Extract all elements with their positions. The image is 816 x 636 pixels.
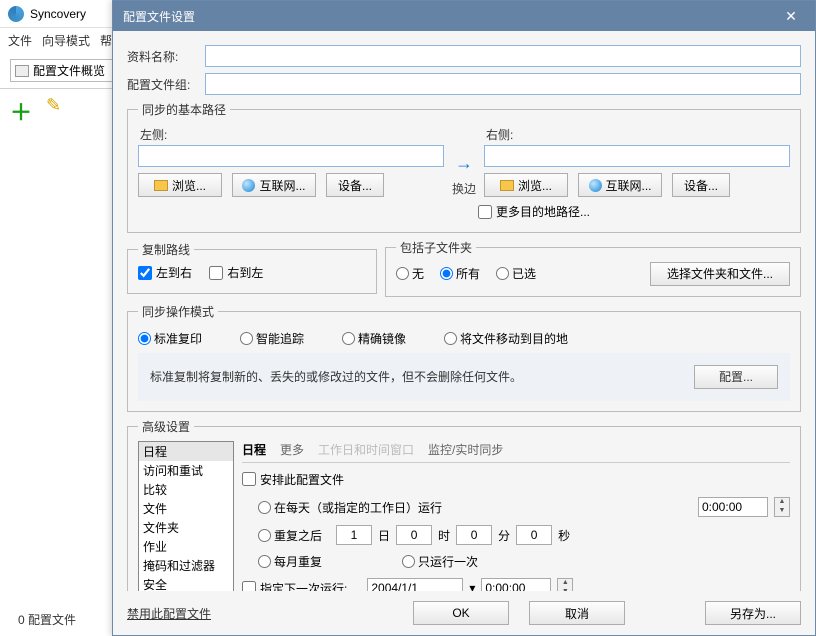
list-item[interactable]: 日程 [139,442,233,461]
list-item[interactable]: 文件夹 [139,518,233,537]
ltr-checkbox[interactable]: 左到右 [138,264,192,281]
next-run-time-input[interactable] [481,578,551,591]
mode-move-radio[interactable]: 将文件移动到目的地 [444,330,568,347]
close-icon[interactable]: ✕ [777,8,805,25]
select-folders-button[interactable]: 选择文件夹和文件... [650,262,790,286]
list-item[interactable]: 文件 [139,499,233,518]
sync-mode-group: 同步操作模式 标准复印 智能追踪 精确镜像 将文件移动到目的地 标准复制将复制新… [127,303,801,412]
folder-icon [154,180,168,191]
profile-group-label: 配置文件组: [127,76,197,93]
left-internet-button[interactable]: 互联网... [232,173,316,197]
left-device-button[interactable]: 设备... [326,173,384,197]
ok-button[interactable]: OK [413,601,509,625]
menu-help[interactable]: 帮 [100,32,112,49]
subfolders-selected-radio[interactable]: 已选 [496,265,536,282]
repeat-after-radio[interactable]: 重复之后 [258,527,322,544]
right-path-input[interactable] [484,145,790,167]
right-path-label: 右侧: [486,126,790,143]
paths-group: 同步的基本路径 左侧: 浏览... 互联网... 设备... → 换边 右侧: [127,101,801,233]
list-item[interactable]: 掩码和过滤器 [139,556,233,575]
time-spinner[interactable]: ▲▼ [557,578,573,591]
globe-icon [242,179,255,192]
mode-standard-radio[interactable]: 标准复印 [138,330,202,347]
tab-schedule[interactable]: 日程 [242,441,266,458]
repeat-days-input[interactable] [336,525,372,545]
paths-legend: 同步的基本路径 [138,101,230,118]
left-path-label: 左侧: [140,126,444,143]
menu-wizard[interactable]: 向导模式 [42,32,90,49]
subfolders-legend: 包括子文件夹 [396,239,476,256]
repeat-secs-input[interactable] [516,525,552,545]
tab-overview-label: 配置文件概览 [33,62,105,79]
cancel-button[interactable]: 取消 [529,601,625,625]
advanced-legend: 高级设置 [138,418,194,435]
schedule-profile-checkbox[interactable]: 安排此配置文件 [242,471,344,488]
mode-mirror-radio[interactable]: 精确镜像 [342,330,406,347]
dialog-titlebar: 配置文件设置 ✕ [113,1,815,31]
globe-icon [589,179,602,192]
disable-profile-link[interactable]: 禁用此配置文件 [127,605,211,622]
daily-radio[interactable]: 在每天（或指定的工作日）运行 [258,499,442,516]
subfolders-none-radio[interactable]: 无 [396,265,424,282]
advanced-group: 高级设置 日程 访问和重试 比较 文件 文件夹 作业 掩码和过滤器 安全 特别的… [127,418,801,592]
app-title: Syncovery [30,7,86,21]
add-profile-icon[interactable]: ＋ [10,95,32,127]
run-once-radio[interactable]: 只运行一次 [402,553,478,570]
dialog-footer: 禁用此配置文件 OK 取消 另存为... [113,591,815,635]
list-item[interactable]: 比较 [139,480,233,499]
advanced-subtabs: 日程 更多 工作日和时间窗口 监控/实时同步 [242,441,790,463]
menu-file[interactable]: 文件 [8,32,32,49]
overview-icon [15,65,29,77]
copy-legend: 复制路线 [138,241,194,258]
list-item[interactable]: 作业 [139,537,233,556]
monthly-radio[interactable]: 每月重复 [258,553,322,570]
rtl-checkbox[interactable]: 右到左 [209,264,263,281]
switch-sides-label[interactable]: 换边 [452,180,476,197]
profile-name-input[interactable] [205,45,801,67]
right-device-button[interactable]: 设备... [672,173,730,197]
mode-smart-radio[interactable]: 智能追踪 [240,330,304,347]
edit-profile-icon[interactable]: ✎ [46,95,61,127]
more-destinations-checkbox[interactable]: 更多目的地路径... [478,203,590,220]
daily-time-input[interactable] [698,497,768,517]
tab-more[interactable]: 更多 [280,441,304,458]
right-browse-button[interactable]: 浏览... [484,173,568,197]
repeat-hours-input[interactable] [396,525,432,545]
right-internet-button[interactable]: 互联网... [578,173,662,197]
profile-settings-dialog: 配置文件设置 ✕ 资料名称: 配置文件组: 同步的基本路径 左侧: 浏览... … [112,0,816,636]
tab-profile-overview[interactable]: 配置文件概览 [10,59,114,82]
status-profile-count: 0 配置文件 [18,611,76,628]
folder-icon [500,180,514,191]
chevron-down-icon[interactable]: ▾ [469,581,475,591]
left-browse-button[interactable]: 浏览... [138,173,222,197]
time-spinner[interactable]: ▲▼ [774,497,790,517]
advanced-category-list[interactable]: 日程 访问和重试 比较 文件 文件夹 作业 掩码和过滤器 安全 特别的 版本控制… [138,441,234,592]
next-run-date-input[interactable] [367,578,463,591]
list-item[interactable]: 访问和重试 [139,461,233,480]
direction-arrow-icon[interactable]: → [452,153,476,178]
mode-description: 标准复制将复制新的、丢失的或修改过的文件，但不会删除任何文件。 [150,368,522,385]
app-logo-icon [8,6,24,22]
left-path-input[interactable] [138,145,444,167]
sync-mode-legend: 同步操作模式 [138,303,218,320]
list-item[interactable]: 安全 [139,575,233,592]
save-as-button[interactable]: 另存为... [705,601,801,625]
mode-config-button[interactable]: 配置... [694,365,778,389]
subfolders-group: 包括子文件夹 无 所有 已选 选择文件夹和文件... [385,239,801,297]
tab-monitor[interactable]: 监控/实时同步 [428,441,503,458]
next-run-checkbox[interactable]: 指定下一次运行: [242,580,347,592]
profile-group-input[interactable] [205,73,801,95]
copy-direction-group: 复制路线 左到右 右到左 [127,241,377,294]
repeat-mins-input[interactable] [456,525,492,545]
dialog-title: 配置文件设置 [123,8,195,25]
profile-name-label: 资料名称: [127,48,197,65]
tab-workday[interactable]: 工作日和时间窗口 [318,441,414,458]
subfolders-all-radio[interactable]: 所有 [440,265,480,282]
